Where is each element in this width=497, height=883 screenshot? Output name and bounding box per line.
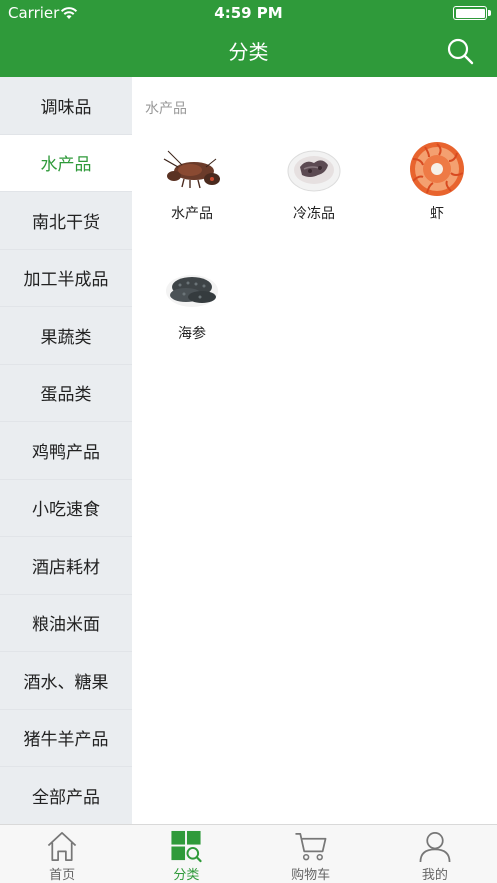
tab-label: 首页 — [49, 868, 76, 883]
section-title: 水产品 — [145, 101, 187, 117]
tab-cart[interactable]: 购物车 — [249, 825, 373, 883]
sidebar-item-all-products[interactable]: 全部产品 — [0, 767, 132, 825]
top-navigation-bar: Carrier 4:59 PM 分类 — [0, 0, 497, 77]
tab-category[interactable]: 分类 — [124, 825, 248, 883]
frozen-seafood-image — [287, 150, 341, 192]
sidebar-item-condiments[interactable]: 调味品 — [0, 77, 132, 135]
sidebar-item-eggs[interactable]: 蛋品类 — [0, 365, 132, 422]
category-label: 水产品 — [171, 206, 213, 222]
category-tile-sea-cucumber[interactable]: 海参 — [132, 261, 252, 343]
category-label: 海参 — [178, 326, 206, 342]
sidebar-item-snacks[interactable]: 小吃速食 — [0, 480, 132, 537]
category-tile-frozen[interactable]: 冷冻品 — [254, 141, 374, 223]
bottom-tab-bar: 首页 分类 购物车 我的 — [0, 824, 497, 883]
page-title: 分类 — [228, 40, 269, 64]
search-button[interactable] — [444, 36, 476, 68]
category-label: 虾 — [430, 206, 444, 222]
category-sidebar: 调味品 水产品 南北干货 加工半成品 果蔬类 蛋品类 鸡鸭产品 小吃速食 酒店耗… — [0, 77, 132, 825]
category-content: 水产品 水产品 冷冻品 虾 海参 — [132, 77, 497, 824]
clock-label: 4:59 PM — [214, 4, 283, 22]
search-icon — [447, 38, 474, 65]
sidebar-item-grain-oil[interactable]: 粮油米面 — [0, 595, 132, 652]
category-tile-shrimp[interactable]: 虾 — [377, 141, 497, 223]
sidebar-item-fruits-vegetables[interactable]: 果蔬类 — [0, 307, 132, 365]
cart-icon — [295, 833, 327, 861]
sea-cucumber-image — [166, 275, 218, 307]
status-bar: Carrier 4:59 PM — [0, 0, 497, 26]
battery-icon — [453, 6, 487, 20]
category-tile-aquatic[interactable]: 水产品 — [132, 141, 252, 223]
sidebar-item-poultry[interactable]: 鸡鸭产品 — [0, 422, 132, 480]
shrimp-platter-image — [410, 142, 464, 196]
sidebar-item-aquatic-products[interactable]: 水产品 — [0, 134, 132, 192]
category-icon — [171, 830, 203, 863]
sidebar-item-semi-processed[interactable]: 加工半成品 — [0, 250, 132, 307]
home-icon — [47, 832, 77, 861]
profile-icon — [419, 832, 451, 863]
battery-tip — [488, 10, 491, 16]
sidebar-item-hotel-supplies[interactable]: 酒店耗材 — [0, 537, 132, 595]
category-label: 冷冻品 — [293, 206, 335, 222]
sidebar-item-dry-goods[interactable]: 南北干货 — [0, 192, 132, 250]
tab-label: 我的 — [421, 868, 448, 883]
tab-profile[interactable]: 我的 — [373, 825, 497, 883]
tab-label: 购物车 — [291, 868, 331, 883]
sidebar-item-drinks-candy[interactable]: 酒水、糖果 — [0, 652, 132, 710]
tab-home[interactable]: 首页 — [0, 825, 124, 883]
lobster-image — [163, 150, 220, 189]
tab-label: 分类 — [173, 868, 200, 883]
sidebar-item-meat[interactable]: 猪牛羊产品 — [0, 710, 132, 767]
